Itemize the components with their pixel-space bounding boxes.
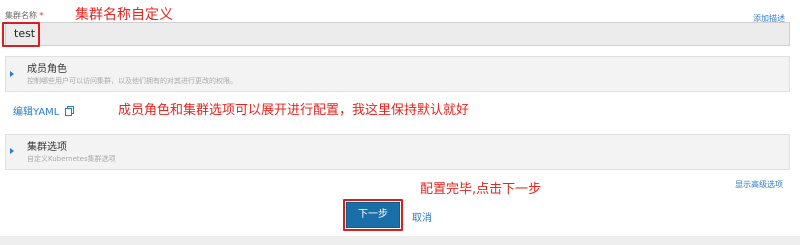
cluster-name-input[interactable]: test xyxy=(5,22,790,46)
cluster-options-panel[interactable] xyxy=(5,134,790,170)
highlight-name-input xyxy=(2,22,40,47)
member-roles-panel[interactable] xyxy=(5,56,790,92)
caret-right-icon[interactable] xyxy=(10,148,14,154)
cluster-options-title: 集群选项 xyxy=(27,142,67,153)
annotation-done-hint: 配置完毕,点击下一步 xyxy=(420,182,542,197)
cluster-name-label: 集群名称 * xyxy=(5,10,44,21)
annotation-name-custom: 集群名称自定义 xyxy=(75,7,173,23)
member-roles-title: 成员角色 xyxy=(27,64,67,75)
annotation-expand-hint: 成员角色和集群选项可以展开进行配置，我这里保持默认就好 xyxy=(118,103,470,118)
cluster-name-label-text: 集群名称 xyxy=(5,11,37,20)
show-advanced-link[interactable]: 显示高级选项 xyxy=(735,179,783,190)
copy-icon xyxy=(64,105,74,119)
edit-yaml-label: 编辑YAML xyxy=(13,107,60,118)
highlight-next-button xyxy=(343,199,403,231)
footer-bar xyxy=(0,236,800,245)
cancel-link[interactable]: 取消 xyxy=(412,209,432,224)
cluster-options-desc: 自定义Kubernetes集群选项 xyxy=(27,155,116,163)
edit-yaml-link[interactable]: 编辑YAML xyxy=(13,103,74,119)
member-roles-desc: 控制哪些用户可以访问集群，以及他们拥有的对其进行更改的权限。 xyxy=(27,77,237,85)
caret-right-icon[interactable] xyxy=(10,71,14,77)
required-mark: * xyxy=(39,11,44,20)
